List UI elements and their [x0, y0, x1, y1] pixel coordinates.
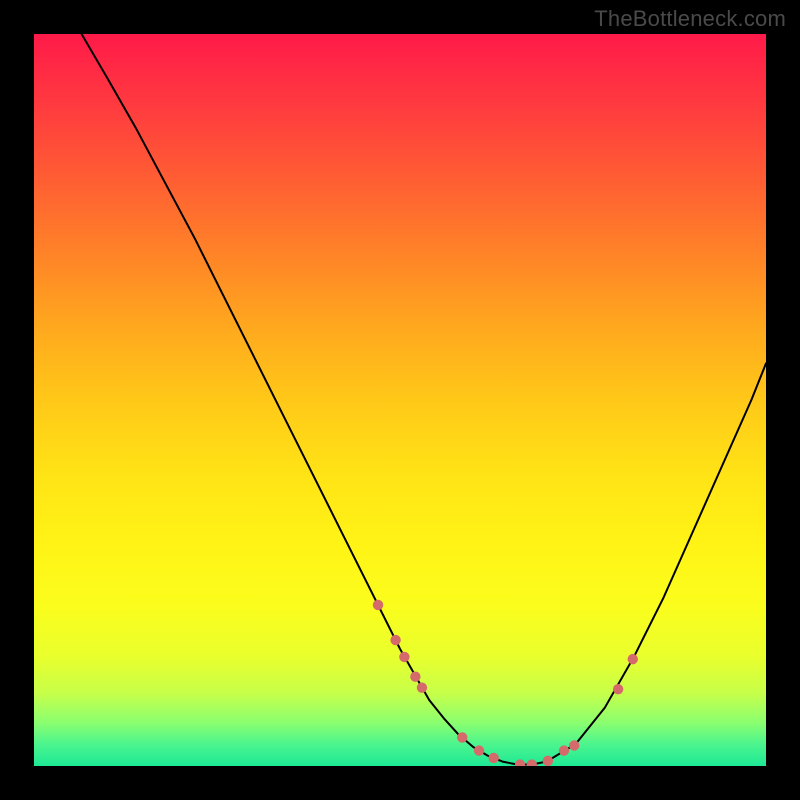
chart-marker [399, 652, 409, 662]
chart-marker [373, 600, 383, 610]
chart-marker [489, 753, 499, 763]
chart-plot-area [34, 34, 766, 766]
chart-marker [543, 756, 553, 766]
chart-marker [417, 682, 427, 692]
chart-marker [390, 635, 400, 645]
chart-marker [613, 684, 623, 694]
chart-marker [457, 732, 467, 742]
chart-marker [569, 740, 579, 750]
chart-marker [628, 654, 638, 664]
chart-marker [410, 672, 420, 682]
chart-marker [559, 745, 569, 755]
chart-marker [474, 745, 484, 755]
watermark-text: TheBottleneck.com [594, 6, 786, 32]
